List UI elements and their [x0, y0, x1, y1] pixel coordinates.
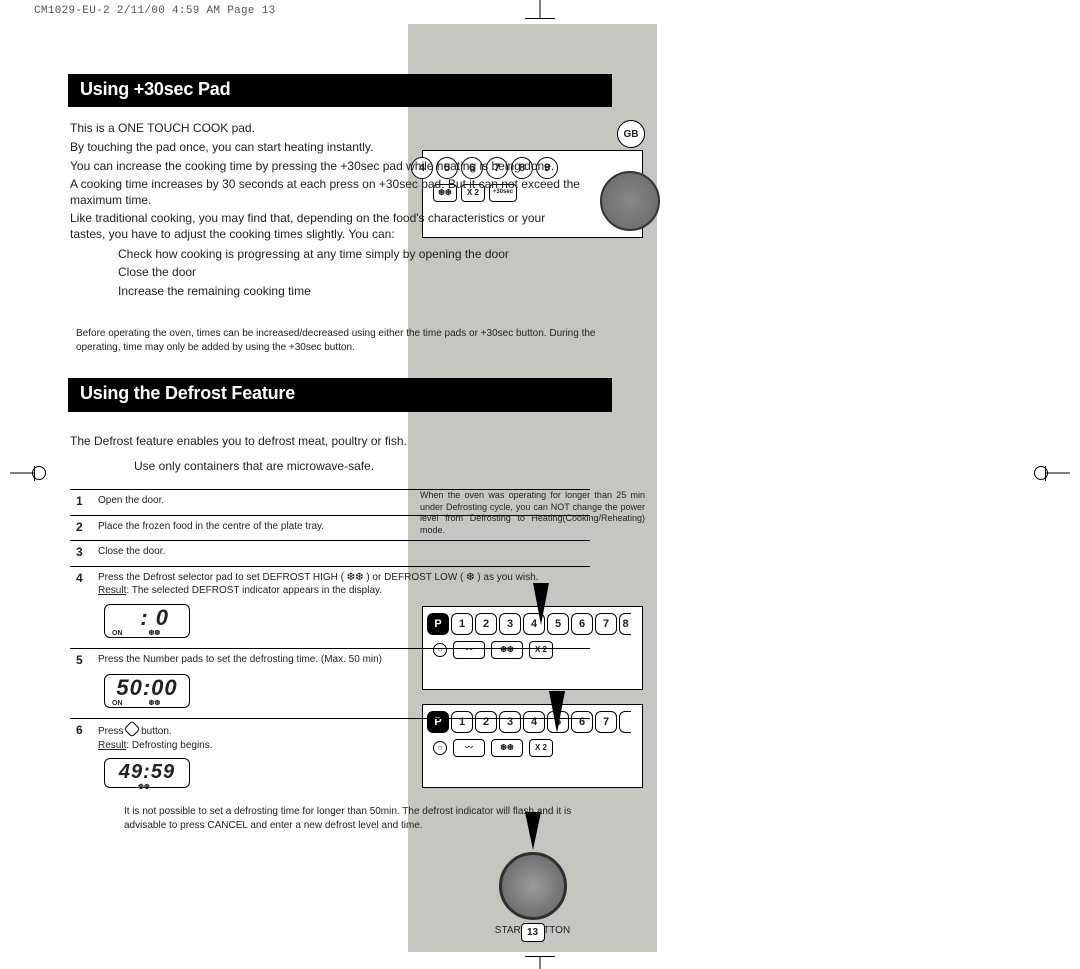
- seg-value: : 0: [111, 607, 183, 629]
- section-title-defrost: Using the Defrost Feature: [68, 378, 612, 411]
- step-row: 2 Place the frozen food in the centre of…: [70, 516, 590, 542]
- p: By touching the pad once, you can start …: [70, 140, 580, 156]
- step-num: 1: [76, 494, 98, 510]
- bullet: Close the door: [118, 265, 602, 281]
- bullet: Increase the remaining cooking time: [118, 284, 602, 300]
- step-row: 1 Open the door.: [70, 490, 590, 516]
- step-text: Open the door.: [98, 494, 586, 508]
- step-num: 4: [76, 571, 98, 598]
- page-number: 13: [521, 923, 545, 942]
- p: You can increase the cooking time by pre…: [70, 159, 580, 175]
- p: This is a ONE TOUCH COOK pad.: [70, 121, 580, 137]
- defrost-note: It is not possible to set a defrosting t…: [124, 805, 594, 832]
- defrost-intro: The Defrost feature enables you to defro…: [70, 434, 602, 450]
- section-title-30sec: Using +30sec Pad: [68, 74, 612, 107]
- step-num: 2: [76, 520, 98, 536]
- step-row: 4 Press the Defrost selector pad to set …: [70, 567, 590, 649]
- p: A cooking time increases by 30 seconds a…: [70, 177, 580, 208]
- steps-table: 1 Open the door. 2 Place the frozen food…: [70, 489, 590, 795]
- lcd-display: 49:59 ❆❆: [104, 758, 190, 788]
- seg-value: 50:00: [111, 677, 183, 699]
- bullet: Check how cooking is progressing at any …: [118, 247, 602, 263]
- sec1-body: This is a ONE TOUCH COOK pad. By touchin…: [70, 121, 580, 242]
- step-num: 3: [76, 545, 98, 561]
- crop-mark-left: [10, 458, 40, 488]
- step-text: Close the door.: [98, 545, 586, 559]
- step-row: 6 Press button. Result: Defrosting begin…: [70, 719, 590, 795]
- step-text: Press the Number pads to set the defrost…: [98, 653, 586, 669]
- step-num: 6: [76, 723, 98, 752]
- language-badge: GB: [617, 120, 645, 148]
- sec1-bullets: Check how cooking is progressing at any …: [118, 247, 602, 300]
- sec1-note: Before operating the oven, times can be …: [76, 327, 596, 354]
- step-text: Press button. Result: Defrosting begins.: [98, 723, 586, 752]
- crop-mark-right: [1040, 458, 1070, 488]
- dial-icon: [499, 852, 567, 920]
- step-num: 5: [76, 653, 98, 669]
- step-row: 3 Close the door.: [70, 541, 590, 567]
- lcd-display: 50:00 ON❆❆: [104, 674, 190, 708]
- step-row: 5 Press the Number pads to set the defro…: [70, 649, 590, 720]
- step-text: Place the frozen food in the centre of t…: [98, 520, 586, 534]
- dial-illustration: [600, 171, 660, 231]
- step-text: Press the Defrost selector pad to set DE…: [98, 571, 586, 598]
- key-8b: 8: [619, 613, 631, 635]
- seg-value: 49:59: [111, 761, 183, 783]
- key-8b: [619, 711, 631, 733]
- print-job-header: CM1029-EU-2 2/11/00 4:59 AM Page 13: [34, 4, 276, 18]
- p: Like traditional cooking, you may find t…: [70, 211, 580, 242]
- safe-containers: Use only containers that are microwave-s…: [134, 459, 602, 475]
- lcd-display: : 0 ON❆❆: [104, 604, 190, 638]
